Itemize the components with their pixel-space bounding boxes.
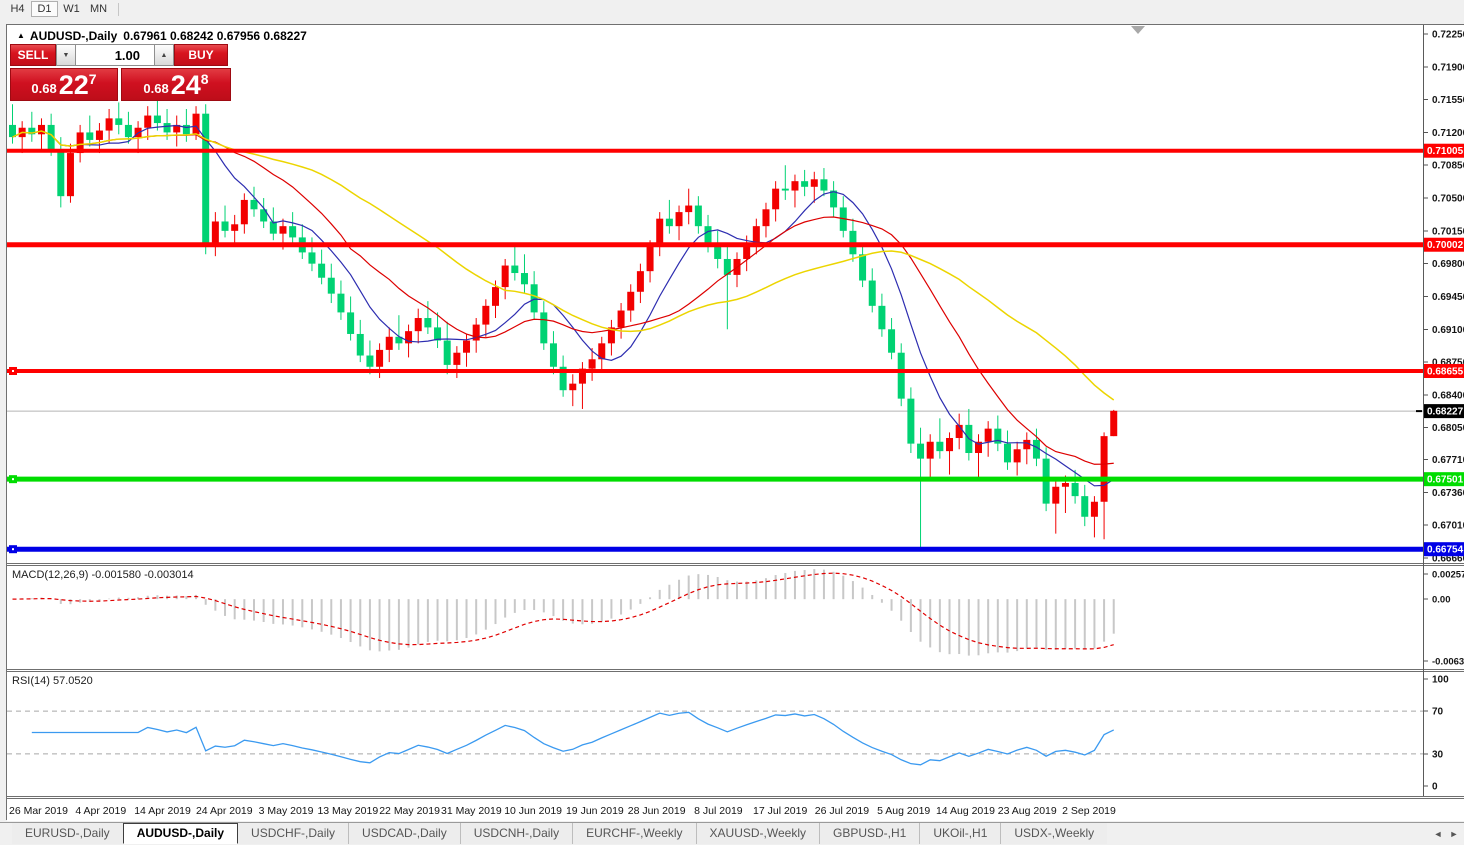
price-axis-label: 0.68400 <box>1432 390 1464 401</box>
price-axis-label: 0.70850 <box>1432 161 1464 172</box>
chart-tab-usdx[interactable]: USDX-,Weekly <box>1000 823 1107 844</box>
macd-axis-label: -0.006326 <box>1432 657 1464 668</box>
tab-scroll-controls: ◄► <box>1430 823 1462 845</box>
price-axis-label: 0.70500 <box>1432 194 1464 205</box>
sell-price-prefix: 0.68 <box>31 79 56 98</box>
macd-axis-label: 0.002574 <box>1432 570 1464 581</box>
volume-input[interactable] <box>76 44 154 66</box>
price-axis-label: 0.71900 <box>1432 62 1464 73</box>
rsi-axis-label: 30 <box>1432 749 1444 760</box>
buy-price-pipette: 8 <box>201 71 209 87</box>
chart-tab-eurusd[interactable]: EURUSD-,Daily <box>12 823 123 844</box>
date-axis-label: 14 Aug 2019 <box>936 805 995 817</box>
date-axis-label: 2 Sep 2019 <box>1062 805 1116 817</box>
price-axis-label: 0.69100 <box>1432 325 1464 336</box>
chart-tab-gbpusd[interactable]: GBPUSD-,H1 <box>819 823 919 844</box>
price-axis-label: 0.69450 <box>1432 292 1464 303</box>
symbol-tab-bar: EURUSD-,DailyAUDUSD-,DailyUSDCHF-,DailyU… <box>0 822 1464 844</box>
date-axis-label: 14 Apr 2019 <box>134 805 191 817</box>
chart-tab-xauusd[interactable]: XAUUSD-,Weekly <box>696 823 819 844</box>
one-click-trading-panel: SELL ▼ ▲ BUY 0.68 22 7 0.68 24 8 <box>10 44 232 101</box>
date-axis-label: 28 Jun 2019 <box>628 805 686 817</box>
date-axis-label: 8 Jul 2019 <box>694 805 743 817</box>
timeframe-button-h4[interactable]: H4 <box>4 1 31 17</box>
date-axis-label: 17 Jul 2019 <box>753 805 807 817</box>
timeframe-button-mn[interactable]: MN <box>85 1 112 17</box>
rsi-indicator-label: RSI(14) 57.0520 <box>12 675 93 687</box>
tab-scroll-left-icon[interactable]: ◄ <box>1430 829 1446 839</box>
price-axis-label: 0.70150 <box>1432 226 1464 237</box>
price-axis-label: 0.71200 <box>1432 128 1464 139</box>
date-axis-label: 31 May 2019 <box>441 805 502 817</box>
date-axis-label: 10 Jun 2019 <box>504 805 562 817</box>
toolbar-separator <box>118 3 119 16</box>
date-axis-label: 3 May 2019 <box>259 805 314 817</box>
buy-price-box[interactable]: 0.68 24 8 <box>121 68 231 101</box>
date-axis-label: 24 Apr 2019 <box>196 805 253 817</box>
macd-axis-label: 0.00 <box>1432 595 1451 606</box>
svg-text:0.66754: 0.66754 <box>1427 545 1464 556</box>
chart-tab-ukoil[interactable]: UKOil-,H1 <box>919 823 1000 844</box>
sell-button[interactable]: SELL <box>10 44 56 66</box>
price-axis-label: 0.71550 <box>1432 95 1464 106</box>
chart-tab-audusd[interactable]: AUDUSD-,Daily <box>123 823 238 844</box>
timeframe-toolbar: H4D1W1MN <box>0 0 1464 18</box>
svg-text:0.68655: 0.68655 <box>1427 366 1464 377</box>
macd-indicator-label: MACD(12,26,9) -0.001580 -0.003014 <box>12 569 194 581</box>
price-axis-label: 0.67360 <box>1432 488 1464 499</box>
date-axis-label: 19 Jun 2019 <box>566 805 624 817</box>
rsi-axis-label: 70 <box>1432 707 1444 718</box>
collapse-icon[interactable]: ▲ <box>17 31 25 40</box>
date-axis-label: 23 Aug 2019 <box>998 805 1057 817</box>
date-axis-label: 5 Aug 2019 <box>877 805 930 817</box>
price-axis-label: 0.68050 <box>1432 423 1464 434</box>
svg-text:0.67501: 0.67501 <box>1427 475 1464 486</box>
date-axis-label: 4 Apr 2019 <box>75 805 126 817</box>
sell-price-box[interactable]: 0.68 22 7 <box>10 68 118 101</box>
date-axis-label: 13 May 2019 <box>317 805 378 817</box>
chart-tab-usdcad[interactable]: USDCAD-,Daily <box>348 823 460 844</box>
timeframe-button-w1[interactable]: W1 <box>58 1 85 17</box>
rsi-axis-label: 100 <box>1432 675 1449 686</box>
sell-price-pipette: 7 <box>89 71 97 87</box>
chart-shift-marker-icon[interactable] <box>1131 26 1145 34</box>
price-axis-label: 0.72250 <box>1432 30 1464 41</box>
buy-button[interactable]: BUY <box>174 44 228 66</box>
volume-increase-button[interactable]: ▲ <box>154 44 174 66</box>
buy-price-prefix: 0.68 <box>143 79 168 98</box>
chart-tab-usdchf[interactable]: USDCHF-,Daily <box>238 823 348 844</box>
sell-price-big: 22 <box>59 72 89 98</box>
chart-canvas[interactable]: 0.72250 0.71900 0.71550 0.71200 0.70850 0.705… <box>7 25 1464 821</box>
chart-tab-eurchf[interactable]: EURCHF-,Weekly <box>572 823 695 844</box>
chart-ohlc-values: 0.67961 0.68242 0.67956 0.68227 <box>123 29 307 43</box>
chart-window[interactable]: 0.72250 0.71900 0.71550 0.71200 0.70850 0.705… <box>6 24 1464 820</box>
date-axis-label: 26 Mar 2019 <box>9 805 68 817</box>
svg-text:0.68227: 0.68227 <box>1427 407 1464 418</box>
buy-price-big: 24 <box>171 72 201 98</box>
rsi-axis-label: 0 <box>1432 782 1438 793</box>
svg-text:0.70002: 0.70002 <box>1427 240 1464 251</box>
chart-tab-usdcnh[interactable]: USDCNH-,Daily <box>460 823 572 844</box>
svg-text:0.71005: 0.71005 <box>1427 146 1464 157</box>
date-axis-label: 22 May 2019 <box>379 805 440 817</box>
price-axis-label: 0.69800 <box>1432 259 1464 270</box>
date-axis-label: 26 Jul 2019 <box>815 805 869 817</box>
price-axis-label: 0.67010 <box>1432 521 1464 532</box>
chart-title: ▲ AUDUSD-,Daily 0.67961 0.68242 0.67956 0.… <box>17 29 307 43</box>
timeframe-button-d1[interactable]: D1 <box>31 1 58 17</box>
price-axis-label: 0.67710 <box>1432 455 1464 466</box>
volume-decrease-button[interactable]: ▼ <box>56 44 76 66</box>
chart-symbol-period: AUDUSD-,Daily <box>30 29 117 43</box>
tab-scroll-right-icon[interactable]: ► <box>1446 829 1462 839</box>
